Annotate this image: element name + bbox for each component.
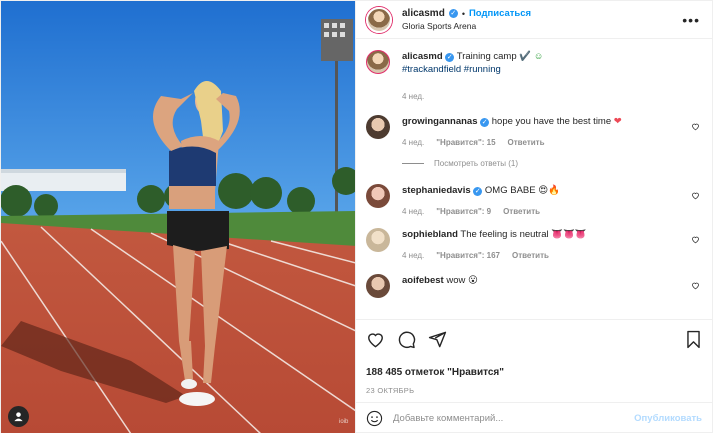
- user-tag-icon: [14, 412, 23, 422]
- post-date[interactable]: 23 ОКТЯБРЬ: [366, 386, 702, 395]
- verified-icon: ✓: [448, 9, 458, 18]
- user-tag-button[interactable]: [8, 406, 29, 427]
- more-icon[interactable]: •••: [682, 12, 700, 28]
- comment-text: hope you have the best time: [491, 116, 612, 127]
- reply-button[interactable]: Ответить: [503, 207, 540, 216]
- comment-time[interactable]: 4 нед.: [402, 207, 424, 216]
- comment-avatar[interactable]: [366, 115, 390, 139]
- comment-text: OMG BABE: [484, 185, 536, 196]
- comment-username[interactable]: sophiebland: [402, 229, 458, 240]
- comment-item: aoifebest wow 😮: [366, 274, 702, 298]
- comment-username[interactable]: aoifebest: [402, 275, 444, 286]
- reply-button[interactable]: Ответить: [512, 251, 549, 260]
- photo-watermark: ioib: [339, 419, 349, 425]
- author-avatar[interactable]: [366, 6, 392, 33]
- caption-avatar[interactable]: [366, 50, 390, 74]
- author-username[interactable]: alicasmd: [402, 8, 445, 19]
- verified-icon: ✓: [480, 118, 490, 127]
- comment-likes[interactable]: "Нравится": 167: [436, 251, 500, 260]
- post-actions: 188 485 отметок "Нравится" 23 ОКТЯБРЬ: [356, 319, 712, 395]
- comment-avatar[interactable]: [366, 184, 390, 208]
- comment-avatar[interactable]: [366, 274, 390, 298]
- add-comment-bar: Добавьте комментарий... Опубликовать: [356, 402, 712, 433]
- view-replies-label[interactable]: Посмотреть ответы (1): [434, 159, 518, 168]
- comment-text: wow: [446, 275, 466, 286]
- emoji-icon[interactable]: [366, 410, 383, 427]
- follow-button[interactable]: Подписаться: [469, 8, 531, 19]
- share-icon[interactable]: [428, 330, 447, 349]
- comment-username[interactable]: growingannanas: [402, 116, 477, 127]
- comment-likes[interactable]: "Нравится": 9: [436, 207, 491, 216]
- caption-text: Training camp: [456, 51, 517, 62]
- comment-emoji: 😮: [468, 275, 478, 286]
- comment-likes[interactable]: "Нравится": 15: [436, 138, 495, 147]
- comment-username[interactable]: stephaniedavis: [402, 185, 471, 196]
- post-photo[interactable]: ioib: [1, 1, 355, 433]
- comment-avatar[interactable]: [366, 228, 390, 252]
- comment-time[interactable]: 4 нед.: [402, 138, 424, 147]
- comment-emoji: ❤: [613, 116, 622, 127]
- post-side-panel: alicasmd ✓ • Подписаться Gloria Sports A…: [355, 1, 712, 433]
- like-comment-heart-icon[interactable]: [691, 122, 700, 131]
- verified-icon: ✓: [445, 53, 455, 62]
- like-comment-heart-icon[interactable]: [691, 235, 700, 244]
- caption-hashtags[interactable]: #trackandfield #running: [402, 64, 501, 75]
- likes-count[interactable]: 188 485 отметок "Нравится": [366, 367, 702, 378]
- separator-dot: •: [461, 8, 465, 19]
- view-replies[interactable]: Посмотреть ответы (1): [402, 159, 702, 168]
- post-location[interactable]: Gloria Sports Arena: [402, 21, 531, 31]
- like-comment-heart-icon[interactable]: [691, 281, 700, 290]
- verified-icon: ✓: [473, 187, 483, 196]
- instagram-post: ioib alicasmd ✓ • Подписаться Gloria Spo…: [0, 0, 713, 433]
- comment-item: stephaniedavis ✓ OMG BABE 😍🔥 4 нед. "Нра…: [366, 184, 702, 216]
- athlete-photo: ioib: [1, 1, 355, 433]
- comment-input[interactable]: Добавьте комментарий...: [393, 413, 634, 424]
- comment-emoji: 👅👅👅: [551, 229, 587, 240]
- comment-emoji: 😍🔥: [538, 185, 560, 196]
- replies-divider: [402, 163, 424, 164]
- comment-text: The feeling is neutral: [460, 229, 549, 240]
- like-comment-heart-icon[interactable]: [691, 191, 700, 200]
- comments-list[interactable]: alicasmd ✓ Training camp ✔️ ☺ #trackandf…: [356, 40, 712, 316]
- publish-button[interactable]: Опубликовать: [634, 413, 702, 424]
- like-heart-icon[interactable]: [366, 330, 385, 349]
- comment-item: growingannanas ✓ hope you have the best …: [366, 115, 702, 147]
- caption-time[interactable]: 4 нед.: [402, 92, 424, 101]
- bookmark-icon[interactable]: [685, 330, 702, 349]
- post-header: alicasmd ✓ • Подписаться Gloria Sports A…: [356, 1, 712, 39]
- caption: alicasmd ✓ Training camp ✔️ ☺ #trackandf…: [366, 50, 702, 101]
- comment-item: sophiebland The feeling is neutral 👅👅👅 4…: [366, 228, 702, 260]
- caption-username[interactable]: alicasmd: [402, 51, 443, 62]
- comment-time[interactable]: 4 нед.: [402, 251, 424, 260]
- comment-icon[interactable]: [397, 330, 416, 349]
- reply-button[interactable]: Ответить: [508, 138, 545, 147]
- caption-emojis: ✔️ ☺: [519, 51, 544, 62]
